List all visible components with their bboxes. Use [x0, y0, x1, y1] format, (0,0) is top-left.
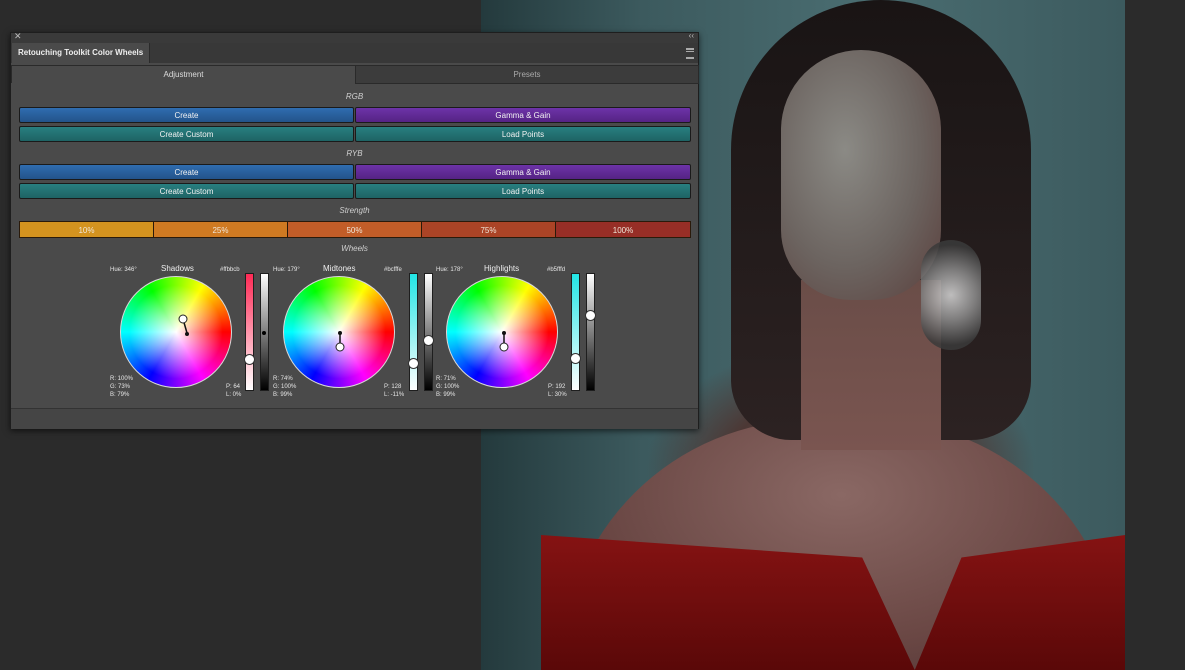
- midtones-color-slider[interactable]: [408, 273, 419, 391]
- shadows-p-readout: P: 64: [226, 384, 241, 390]
- photo-earring: [921, 240, 981, 350]
- photo-face: [781, 50, 941, 300]
- midtones-hex-readout: #bcfffe: [384, 267, 402, 273]
- shadows-luminance-slider[interactable]: [260, 273, 269, 391]
- canvas-right-gutter: [1125, 0, 1185, 670]
- highlights-color-wheel[interactable]: [446, 276, 558, 388]
- midtones-p-readout: P: 128: [384, 384, 402, 390]
- photo-neck: [801, 280, 941, 450]
- midtones-b-readout: B: 99%: [273, 392, 293, 398]
- highlights-hex-readout: #b5fffd: [547, 267, 566, 273]
- ryb-create-button[interactable]: Create: [19, 164, 354, 180]
- shadows-wheel-handle[interactable]: [121, 277, 233, 389]
- midtones-luminance-slider-knob[interactable]: [423, 335, 434, 346]
- strength-heading: Strength: [339, 206, 370, 215]
- ryb-create-custom-button[interactable]: Create Custom: [19, 183, 354, 199]
- midtones-wheel-handle[interactable]: [284, 277, 396, 389]
- color-wheels-panel: ✕ ‹‹ Retouching Toolkit Color Wheels Adj…: [10, 31, 699, 429]
- ryb-load-points-button[interactable]: Load Points: [355, 183, 691, 199]
- highlights-title: Highlights: [484, 264, 520, 273]
- midtones-title: Midtones: [323, 264, 356, 273]
- midtones-l-readout: L: -11%: [384, 392, 405, 398]
- strength-25-button[interactable]: 25%: [153, 221, 288, 238]
- rgb-create-button[interactable]: Create: [19, 107, 354, 123]
- shadows-title: Shadows: [161, 264, 194, 273]
- highlights-l-readout: L: 30%: [548, 392, 567, 398]
- panel-footer: [11, 408, 698, 429]
- tab-presets[interactable]: Presets: [355, 65, 699, 84]
- highlights-b-readout: B: 99%: [436, 392, 456, 398]
- highlights-wheel-handle[interactable]: [447, 277, 559, 389]
- highlights-p-readout: P: 192: [548, 384, 566, 390]
- strength-75-button[interactable]: 75%: [421, 221, 556, 238]
- panel-menu-icon[interactable]: [686, 48, 694, 59]
- shadows-hex-readout: #ffbbcb: [220, 267, 240, 273]
- ryb-heading: RYB: [346, 149, 363, 158]
- shadows-l-readout: L: 0%: [226, 392, 242, 398]
- shadows-color-wheel[interactable]: [120, 276, 232, 388]
- ryb-gamma-gain-button[interactable]: Gamma & Gain: [355, 164, 691, 180]
- shadows-luminance-slider-knob[interactable]: [262, 331, 266, 335]
- strength-50-button[interactable]: 50%: [287, 221, 422, 238]
- shadows-r-readout: R: 100%: [110, 376, 134, 382]
- highlights-color-slider[interactable]: [570, 273, 581, 391]
- shadows-g-readout: G: 73%: [110, 384, 131, 390]
- rgb-create-custom-button[interactable]: Create Custom: [19, 126, 354, 142]
- shadows-color-slider-knob[interactable]: [244, 354, 255, 365]
- rgb-heading: RGB: [345, 92, 364, 101]
- close-icon[interactable]: ✕: [14, 31, 22, 42]
- shadows-b-readout: B: 79%: [110, 392, 130, 398]
- shadows-color-slider[interactable]: [244, 273, 255, 391]
- midtones-color-wheel[interactable]: [283, 276, 395, 388]
- highlights-color-slider-knob[interactable]: [570, 353, 581, 364]
- rgb-gamma-gain-button[interactable]: Gamma & Gain: [355, 107, 691, 123]
- tab-adjustment[interactable]: Adjustment: [11, 65, 356, 83]
- highlights-g-readout: G: 100%: [436, 384, 460, 390]
- highlights-luminance-slider-knob[interactable]: [585, 310, 596, 321]
- strength-100-button[interactable]: 100%: [555, 221, 691, 238]
- panel-tab-title[interactable]: Retouching Toolkit Color Wheels: [12, 43, 151, 63]
- highlights-luminance-slider[interactable]: [585, 273, 596, 391]
- midtones-hue-readout: Hue: 179°: [273, 267, 300, 273]
- wheels-heading: Wheels: [341, 244, 368, 253]
- highlights-hue-readout: Hue: 178°: [436, 267, 463, 273]
- shadows-hue-readout: Hue: 346°: [110, 267, 137, 273]
- rgb-load-points-button[interactable]: Load Points: [355, 126, 691, 142]
- highlights-r-readout: R: 71%: [436, 376, 456, 382]
- midtones-g-readout: G: 100%: [273, 384, 297, 390]
- strength-10-button[interactable]: 10%: [19, 221, 154, 238]
- midtones-luminance-slider[interactable]: [423, 273, 434, 391]
- midtones-color-slider-knob[interactable]: [408, 358, 419, 369]
- collapse-icon[interactable]: ‹‹: [689, 31, 694, 40]
- midtones-r-readout: R: 74%: [273, 376, 293, 382]
- panel-tab-row: Retouching Toolkit Color Wheels: [11, 43, 698, 63]
